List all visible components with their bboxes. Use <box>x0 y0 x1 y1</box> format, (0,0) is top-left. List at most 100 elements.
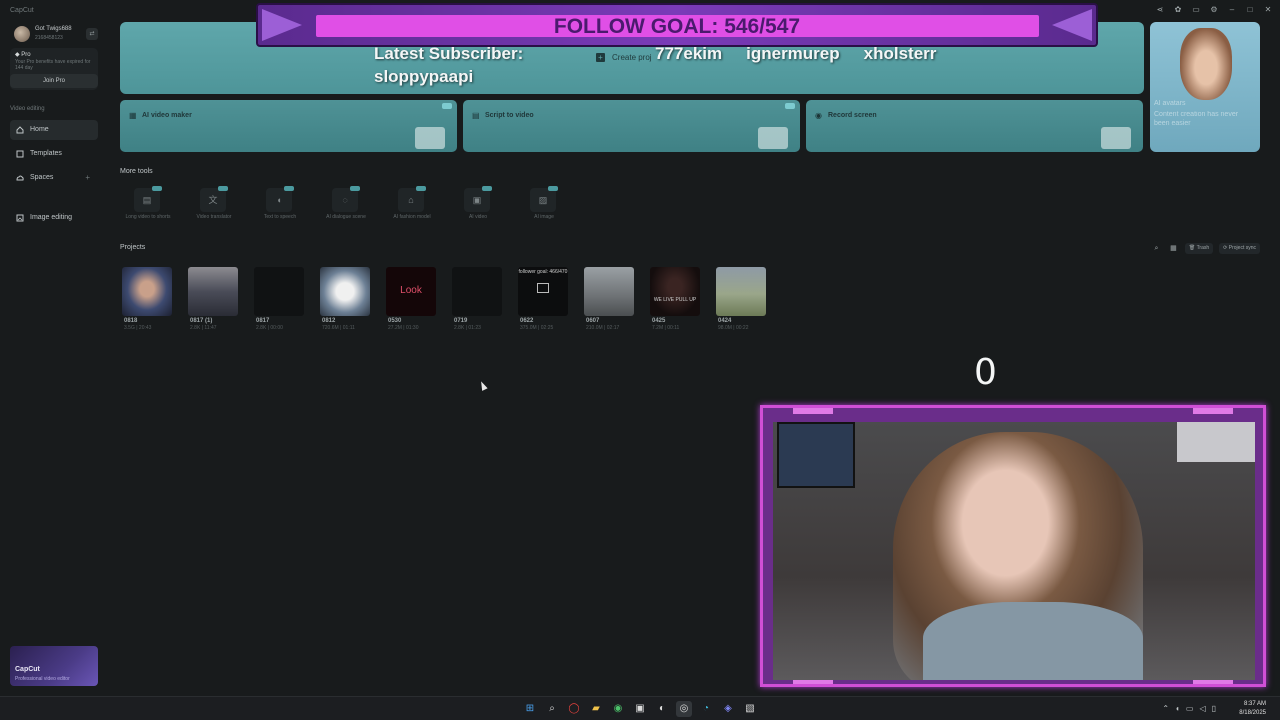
capcut-window: CapCut ⋖ ✿ ▭ ⚙ – □ ✕ Got Twigs688 216845… <box>0 0 1280 720</box>
taskbar: ⊞ ⌕ ◯ ▰ ◉ ▣ ◐ ◎ ◔ ◈ ▧ ⌃ ◖ ▭ ◁ ▯ 8:37 AM … <box>0 696 1280 720</box>
avatar[interactable] <box>14 26 30 42</box>
project-item[interactable]: 0818 3.5G | 20:43 <box>122 267 172 333</box>
sidebar-item-templates[interactable]: Templates <box>10 144 98 164</box>
image-icon <box>16 214 24 222</box>
project-meta: 2.8K | 01:23 <box>454 325 481 331</box>
search-icon[interactable]: ⌕ <box>544 701 560 717</box>
more-tools-item[interactable]: ▣ AI video <box>448 186 508 230</box>
sidebar-item-label: Templates <box>30 150 62 157</box>
battery-icon[interactable]: ▯ <box>1212 704 1216 713</box>
screen-icon[interactable]: ▭ <box>1192 6 1200 14</box>
video-icon: ▦ <box>129 111 137 120</box>
monitor-icon <box>537 283 549 293</box>
project-toolbar: ⌕ ▦ 🗑 Trash ⟳ Project sync <box>1151 243 1260 254</box>
join-pro-button[interactable]: Join Pro <box>10 74 98 88</box>
sidebar-item-label: Spaces <box>30 174 54 181</box>
more-tools-item[interactable]: ◌ AI dialogue scene <box>316 186 376 230</box>
project-thumbnail: follower goal: 466/470 <box>518 267 568 316</box>
project-item[interactable]: 0607 210.0M | 02:17 <box>584 267 634 333</box>
new-badge <box>785 103 795 109</box>
project-meta: 210.0M | 02:17 <box>586 325 620 331</box>
more-tools-item[interactable]: 文 Video translator <box>184 186 244 230</box>
sidebar-item-home[interactable]: Home <box>10 120 98 140</box>
trash-button[interactable]: 🗑 Trash <box>1184 243 1214 254</box>
edge-icon[interactable]: ◔ <box>698 701 714 717</box>
promo-portrait <box>1180 28 1232 100</box>
more-tools-item[interactable]: ▤ Long video to shorts <box>118 186 178 230</box>
user-name: Got Twigs688 <box>35 26 72 32</box>
volume-icon[interactable]: ◁ <box>1199 704 1205 713</box>
user-profile[interactable]: Got Twigs688 2168458123 ⇄ <box>14 24 98 44</box>
sidebar: Got Twigs688 2168458123 ⇄ ◆ Pro Your Pro… <box>0 18 106 696</box>
project-item[interactable]: Look 0530 27.2M | 01:30 <box>386 267 436 333</box>
discord-icon[interactable]: ◈ <box>720 701 736 717</box>
system-tray: ⌃ ◖ ▭ ◁ ▯ <box>1162 704 1216 713</box>
script-to-video-card[interactable]: ▤ Script to video <box>463 100 800 152</box>
user-id: 2168458123 <box>35 35 63 41</box>
more-tools-item[interactable]: ⌂ AI fashion model <box>382 186 442 230</box>
ai-video-icon: ▣ <box>464 188 490 212</box>
obs-icon[interactable]: ◎ <box>676 701 692 717</box>
ai-video-maker-card[interactable]: ▦ AI video maker <box>120 100 457 152</box>
add-space-icon[interactable]: + <box>85 173 90 182</box>
translate-icon: 文 <box>200 188 226 212</box>
folder-icon[interactable]: ▰ <box>588 701 604 717</box>
project-meta: 27.2M | 01:30 <box>388 325 419 331</box>
project-name: 0817 (1) <box>190 318 213 324</box>
record-screen-card[interactable]: ◉ Record screen <box>806 100 1143 152</box>
project-name: 0818 <box>124 318 138 324</box>
project-thumbnail: WE LIVE PULL UP <box>650 267 700 316</box>
sidebar-item-spaces[interactable]: Spaces + <box>10 168 98 188</box>
new-badge <box>152 186 162 191</box>
project-item[interactable]: 0812 720.6M | 01:11 <box>320 267 370 333</box>
project-item[interactable]: 0424 98.0M | 00:22 <box>716 267 766 333</box>
project-item[interactable]: WE LIVE PULL UP 0425 7.2M | 00:11 <box>650 267 700 333</box>
gear-icon[interactable]: ✿ <box>1174 6 1182 14</box>
more-tools-item[interactable]: ◖ Text to speech <box>250 186 310 230</box>
section-label-video-editing: Video editing <box>10 106 45 112</box>
clock[interactable]: 8:37 AM 8/18/2025 <box>1239 700 1266 718</box>
app-title: CapCut <box>10 7 34 14</box>
film-icon: ▤ <box>134 188 160 212</box>
pro-description: Your Pro benefits have expired for 144 d… <box>15 59 91 71</box>
spotify-icon[interactable]: ◉ <box>610 701 626 717</box>
grid-view-icon[interactable]: ▦ <box>1168 243 1179 254</box>
capcut-icon[interactable]: ▧ <box>742 701 758 717</box>
more-tools-item[interactable]: ▨ AI image <box>514 186 574 230</box>
settings-icon[interactable]: ⚙ <box>1210 6 1218 14</box>
project-item[interactable]: follower goal: 466/470 0622 375.0M | 02:25 <box>518 267 568 333</box>
project-meta: 2.8K | 11:47 <box>190 325 217 331</box>
minimize-icon[interactable]: – <box>1228 6 1236 14</box>
script-icon: ▤ <box>472 111 480 120</box>
steam-icon[interactable]: ◐ <box>654 701 670 717</box>
project-sync-button[interactable]: ⟳ Project sync <box>1219 243 1260 254</box>
network-icon[interactable]: ▭ <box>1186 704 1194 713</box>
more-tools-label: Text to speech <box>263 214 297 220</box>
new-badge <box>218 186 228 191</box>
store-icon[interactable]: ▣ <box>632 701 648 717</box>
project-item[interactable]: 0817 2.8K | 00:00 <box>254 267 304 333</box>
project-item[interactable]: 0719 2.8K | 01:23 <box>452 267 502 333</box>
counter-overlay: 0 <box>974 352 997 393</box>
search-icon[interactable]: ⌕ <box>1151 243 1162 254</box>
close-icon[interactable]: ✕ <box>1264 6 1272 14</box>
ai-avatar-promo[interactable]: AI avatars Content creation has never be… <box>1150 22 1260 152</box>
pro-title: ◆ Pro <box>15 52 31 58</box>
recent-subscribers: 777ekim ignermurep xholsterr <box>655 44 936 64</box>
opera-icon[interactable]: ◯ <box>566 701 582 717</box>
switch-account-icon[interactable]: ⇄ <box>86 28 98 40</box>
project-thumbnail <box>122 267 172 316</box>
project-item[interactable]: 0817 (1) 2.8K | 11:47 <box>188 267 238 333</box>
latest-subscriber: Latest Subscriber: sloppypaapi <box>374 42 523 88</box>
mic-icon[interactable]: ◖ <box>1175 704 1180 713</box>
chevron-up-icon[interactable]: ⌃ <box>1162 704 1169 713</box>
windows-icon[interactable]: ⊞ <box>522 701 538 717</box>
share-icon[interactable]: ⋖ <box>1156 6 1164 14</box>
maximize-icon[interactable]: □ <box>1246 6 1254 14</box>
project-thumbnail <box>254 267 304 316</box>
new-badge <box>482 186 492 191</box>
project-thumbnail <box>716 267 766 316</box>
capcut-promo-card[interactable]: CapCut Professional video editor <box>10 646 98 686</box>
sidebar-item-image-editing[interactable]: Image editing <box>10 208 98 228</box>
latest-subscriber-name: sloppypaapi <box>374 67 474 86</box>
